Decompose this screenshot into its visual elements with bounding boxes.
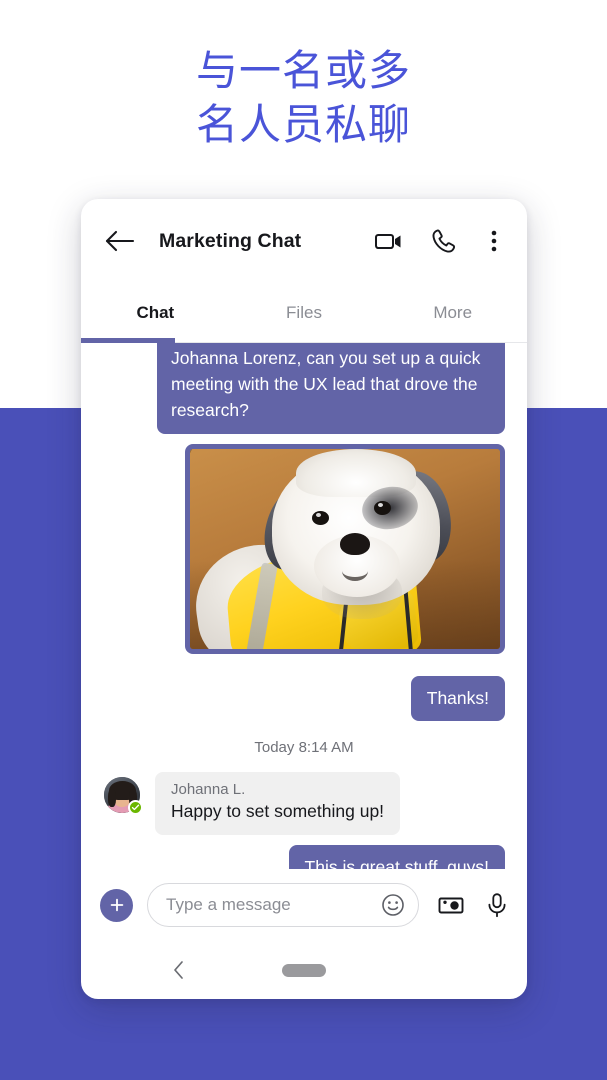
- avatar-hair: [108, 789, 116, 807]
- tab-bar: Chat Files More: [81, 283, 527, 343]
- dog-mouth: [342, 561, 368, 581]
- tab-more-label: More: [433, 303, 473, 322]
- tab-more[interactable]: More: [378, 283, 527, 343]
- plus-icon[interactable]: [100, 888, 133, 922]
- dog-eye-highlight: [378, 503, 383, 507]
- message-input[interactable]: Type a message: [147, 883, 419, 927]
- available-check-icon: [128, 800, 143, 815]
- microphone-icon[interactable]: [483, 891, 511, 919]
- message-row: This is great stuff, guys!: [103, 845, 505, 869]
- message-row: Thanks!: [103, 676, 505, 721]
- home-pill-icon[interactable]: [282, 963, 326, 977]
- emoji-smiley-icon[interactable]: [380, 891, 406, 919]
- message-bubble-outgoing[interactable]: Thanks!: [410, 676, 505, 721]
- message-list[interactable]: Johanna Lorenz, can you set up a quick m…: [81, 343, 527, 869]
- page-title: 与一名或多 名人员私聊: [195, 47, 411, 148]
- dog-photo[interactable]: [190, 449, 500, 649]
- message-row: [103, 444, 505, 666]
- message-input-placeholder: Type a message: [166, 895, 291, 914]
- dog-eye-highlight: [316, 513, 321, 517]
- dog-nose: [340, 533, 370, 555]
- message-text: Happy to set something up!: [171, 801, 385, 821]
- message-bubble-incoming[interactable]: Johanna L. Happy to set something up!: [155, 772, 401, 835]
- system-nav-bar: [81, 941, 527, 999]
- compose-bar: Type a message: [81, 869, 527, 941]
- tab-chat-label: Chat: [136, 303, 175, 322]
- conversation-timestamp: Today 8:14 AM: [254, 739, 354, 756]
- app-bar: Marketing Chat: [81, 199, 527, 283]
- arrow-left-icon[interactable]: [103, 224, 137, 258]
- message-row: Johanna Lorenz, can you set up a quick m…: [103, 343, 505, 434]
- chat-title: Marketing Chat: [159, 229, 302, 252]
- tab-chat[interactable]: Chat: [81, 283, 230, 343]
- camera-icon[interactable]: [437, 891, 465, 919]
- phone-call-icon[interactable]: [429, 226, 459, 256]
- tab-files-label: Files: [286, 303, 322, 322]
- message-bubble-outgoing[interactable]: This is great stuff, guys!: [288, 845, 505, 869]
- message-bubble-image[interactable]: [185, 444, 505, 654]
- avatar[interactable]: [103, 776, 143, 815]
- phone-screen-card: Marketing Chat Chat Files More Johanna L…: [81, 199, 527, 999]
- message-row-incoming: Johanna L. Happy to set something up!: [103, 772, 505, 835]
- video-call-icon[interactable]: [373, 226, 403, 256]
- chevron-left-icon[interactable]: [171, 959, 187, 981]
- message-bubble-outgoing[interactable]: Johanna Lorenz, can you set up a quick m…: [157, 343, 505, 434]
- tab-files[interactable]: Files: [230, 283, 379, 343]
- more-vertical-icon[interactable]: [486, 226, 502, 256]
- message-sender-name: Johanna L.: [171, 781, 246, 798]
